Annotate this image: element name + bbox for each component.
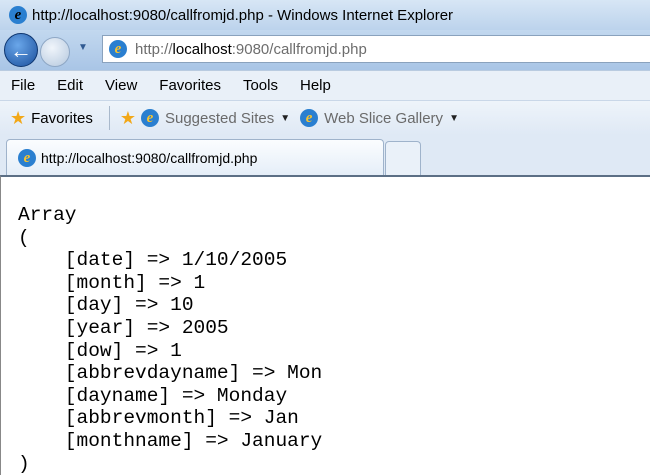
recent-pages-dropdown-icon[interactable]: ▼ — [78, 42, 88, 53]
window-title: http://localhost:9080/callfromjd.php - W… — [32, 6, 454, 24]
output-line: [year] => 2005 — [18, 316, 229, 339]
page-content: Array( [date] => 1/10/2005 [month] => 1 … — [0, 175, 650, 475]
output-line: ) — [18, 452, 30, 475]
menu-help[interactable]: Help — [300, 77, 331, 94]
menu-view[interactable]: View — [105, 77, 137, 94]
page-icon: e — [109, 40, 127, 58]
menu-edit[interactable]: Edit — [57, 77, 83, 94]
tab-title: http://localhost:9080/callfromjd.php — [41, 149, 258, 166]
output-line: [day] => 10 — [18, 294, 194, 317]
add-favorite-icon[interactable]: ★ — [120, 108, 136, 129]
suggested-sites-link[interactable]: Suggested Sites — [165, 110, 274, 127]
suggested-sites-icon: e — [140, 109, 159, 127]
forward-button[interactable] — [40, 37, 70, 67]
output-line: [abbrevdayname] => Mon — [18, 362, 323, 385]
navigation-bar: ← ▼ e http://localhost:9080/callfromjd.p… — [0, 30, 650, 70]
menu-bar: File Edit View Favorites Tools Help — [0, 70, 650, 100]
tab-bar: e http://localhost:9080/callfromjd.php — [0, 135, 650, 175]
address-bar[interactable]: e http://localhost:9080/callfromjd.php — [102, 35, 650, 63]
web-slice-dropdown-icon[interactable]: ▼ — [449, 113, 459, 124]
title-bar: e http://localhost:9080/callfromjd.php -… — [0, 0, 650, 30]
favorites-bar: ★ Favorites ★ e Suggested Sites ▼ e Web … — [0, 100, 650, 135]
url-prefix: http:// — [135, 40, 173, 58]
output-line: [dow] => 1 — [18, 339, 182, 362]
menu-file[interactable]: File — [11, 77, 35, 94]
url-rest: :9080/callfromjd.php — [231, 40, 367, 58]
menu-favorites[interactable]: Favorites — [159, 77, 221, 94]
menu-tools[interactable]: Tools — [243, 77, 278, 94]
output-line: [date] => 1/10/2005 — [18, 249, 288, 272]
favorites-star-icon: ★ — [10, 107, 27, 128]
output-line: [abbrevmonth] => Jan — [18, 407, 299, 430]
output-line: [dayname] => Monday — [18, 384, 288, 407]
web-slice-icon: e — [300, 109, 319, 127]
output-line: Array — [18, 204, 77, 226]
address-text[interactable]: http://localhost:9080/callfromjd.php — [135, 41, 367, 58]
ie-logo-icon: e — [9, 6, 27, 24]
url-host: localhost — [172, 40, 232, 58]
output-line: [monthname] => January — [18, 429, 323, 452]
output-line: [month] => 1 — [18, 271, 206, 294]
suggested-sites-dropdown-icon[interactable]: ▼ — [280, 113, 290, 124]
output-line: ( — [18, 226, 30, 249]
tab-active[interactable]: e http://localhost:9080/callfromjd.php — [6, 139, 384, 175]
web-slice-gallery-link[interactable]: Web Slice Gallery — [324, 110, 443, 127]
tab-page-icon: e — [18, 148, 36, 167]
favorites-button[interactable]: Favorites — [31, 110, 93, 127]
back-button[interactable]: ← — [4, 33, 38, 67]
print-r-output: Array( [date] => 1/10/2005 [month] => 1 … — [18, 204, 322, 475]
new-tab-button[interactable] — [385, 141, 421, 175]
divider — [108, 106, 110, 130]
